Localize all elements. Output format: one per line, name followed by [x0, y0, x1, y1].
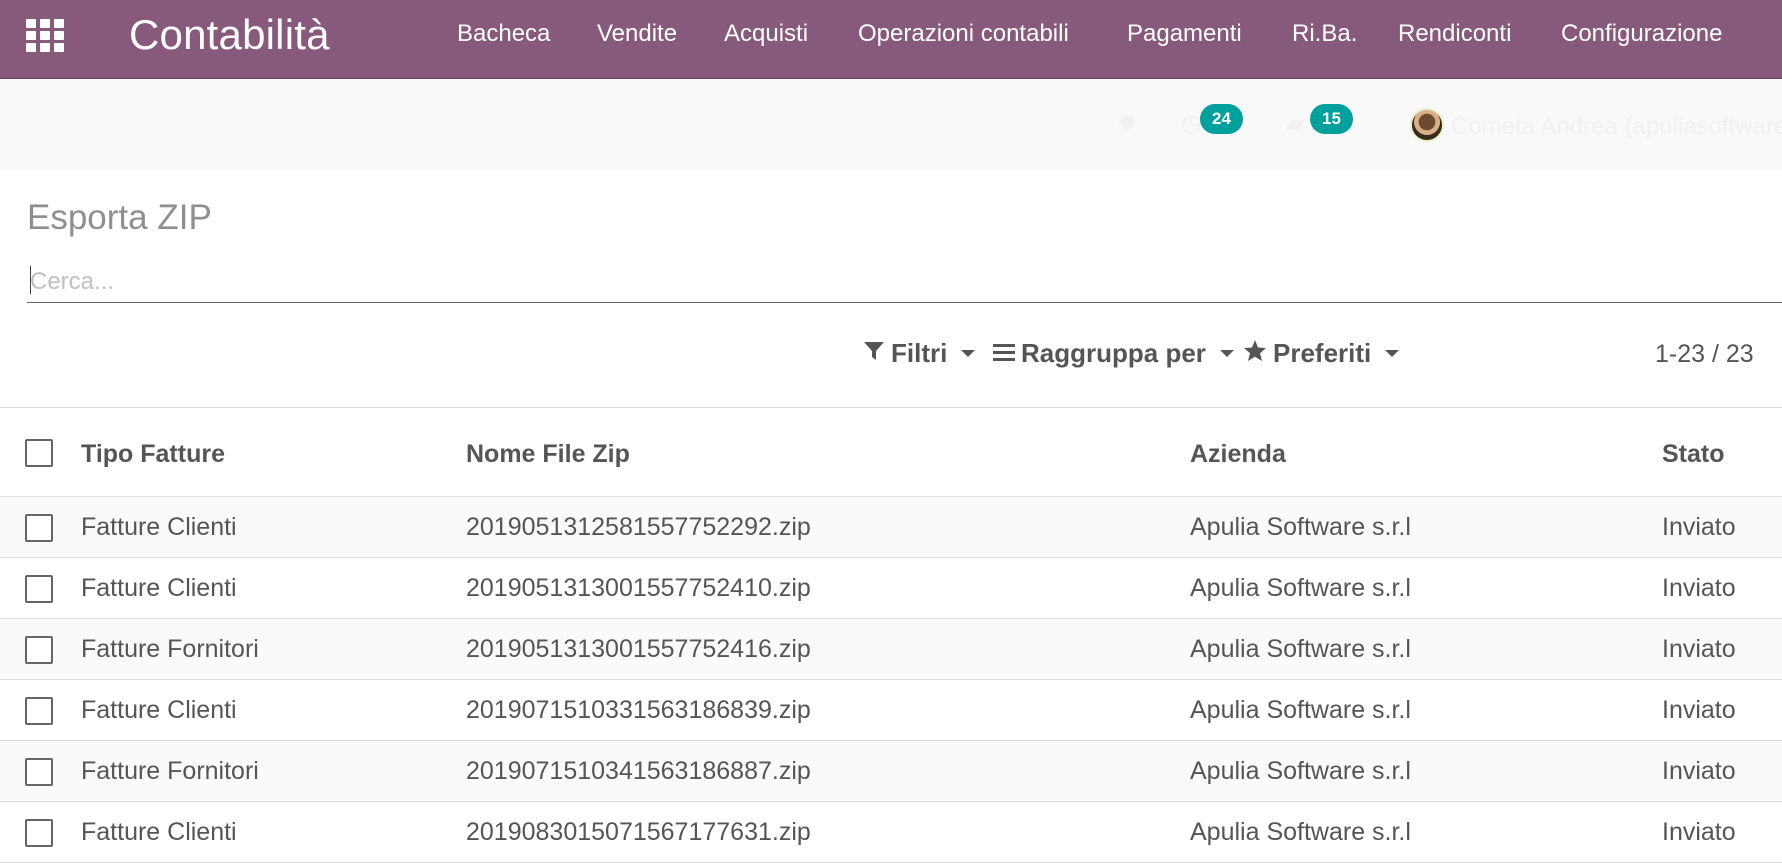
activity-clock-icon[interactable]: ◷: [1181, 112, 1202, 136]
row-checkbox[interactable]: [25, 636, 53, 664]
menu-rendiconti[interactable]: Rendiconti: [1398, 20, 1511, 48]
column-header-azienda[interactable]: Azienda: [1190, 440, 1286, 469]
breadcrumb: Esporta ZIP: [27, 198, 212, 237]
favorites-dropdown[interactable]: Preferiti: [1243, 338, 1400, 369]
cell-tipo-fatture: Fatture Fornitori: [81, 757, 259, 785]
app-title[interactable]: Contabilità: [129, 10, 330, 60]
user-name-label[interactable]: Cometa Andrea (apuliasoftware: [1451, 113, 1782, 141]
cell-stato: Inviato: [1662, 574, 1736, 602]
cell-stato: Inviato: [1662, 513, 1736, 541]
table-row[interactable]: Fatture Clienti 2019071510331563186839.z…: [0, 680, 1782, 741]
row-checkbox[interactable]: [25, 819, 53, 847]
star-icon: [1243, 338, 1267, 369]
cell-nome-file-zip: 20190513130015577524​16.zip: [466, 635, 811, 663]
column-header-tipo-fatture[interactable]: Tipo Fatture: [81, 440, 225, 469]
cell-nome-file-zip: 2019071510341563186887.zip: [466, 757, 811, 785]
cell-tipo-fatture: Fatture Clienti: [81, 574, 237, 602]
menu-bacheca[interactable]: Bacheca: [457, 20, 550, 48]
main-navbar: Contabilità Bacheca Vendite Acquisti Ope…: [0, 0, 1782, 79]
cell-tipo-fatture: Fatture Fornitori: [81, 635, 259, 663]
table-row[interactable]: Fatture Clienti 20190513130015577524​10.…: [0, 558, 1782, 619]
groupby-label: Raggruppa per: [1021, 338, 1206, 368]
table-header: Tipo Fatture Nome File Zip Azienda Stato: [0, 407, 1782, 497]
row-checkbox[interactable]: [25, 758, 53, 786]
caret-down-icon: [1385, 350, 1400, 357]
cell-azienda: Apulia Software s.r.l: [1190, 696, 1411, 724]
row-checkbox[interactable]: [25, 575, 53, 603]
cell-azienda: Apulia Software s.r.l: [1190, 513, 1411, 541]
filter-icon: [863, 338, 885, 369]
bars-icon: [993, 338, 1015, 369]
menu-configurazione[interactable]: Configurazione: [1561, 20, 1722, 48]
favorites-label: Preferiti: [1273, 338, 1372, 368]
apps-menu-icon[interactable]: [26, 19, 66, 53]
menu-riba[interactable]: Ri.Ba.: [1292, 20, 1357, 48]
cell-azienda: Apulia Software s.r.l: [1190, 635, 1411, 663]
menu-pagamenti[interactable]: Pagamenti: [1127, 20, 1242, 48]
cell-stato: Inviato: [1662, 635, 1736, 663]
cell-nome-file-zip: 2019071510331563186839.zip: [466, 696, 811, 724]
caret-down-icon: [961, 350, 976, 357]
cell-stato: Inviato: [1662, 696, 1736, 724]
search-input[interactable]: [27, 261, 1782, 303]
menu-vendite[interactable]: Vendite: [597, 20, 677, 48]
row-checkbox[interactable]: [25, 697, 53, 725]
table-row[interactable]: Fatture Clienti 201905131258​1557752292.…: [0, 497, 1782, 558]
column-header-nome-file-zip[interactable]: Nome File Zip: [466, 440, 630, 469]
cell-nome-file-zip: 2019083015071567177631.zip: [466, 818, 811, 846]
table-row[interactable]: Fatture Fornitori 20190513130015577524​1…: [0, 619, 1782, 680]
bug-icon[interactable]: ✹: [1117, 112, 1137, 136]
cell-nome-file-zip: 20190513130015577524​10.zip: [466, 574, 811, 602]
cell-tipo-fatture: Fatture Clienti: [81, 696, 237, 724]
caret-down-icon: [1219, 350, 1234, 357]
table-row[interactable]: Fatture Clienti 2019083015071567177631.z…: [0, 802, 1782, 863]
pager-value[interactable]: 1-23 / 23: [1655, 340, 1754, 369]
cell-azienda: Apulia Software s.r.l: [1190, 757, 1411, 785]
menu-operazioni-contabili[interactable]: Operazioni contabili: [858, 20, 1069, 48]
table-row[interactable]: Fatture Fornitori 2019071510341563186887…: [0, 741, 1782, 802]
chat-bubble-icon[interactable]: ▰: [1286, 112, 1304, 136]
activity-count-badge: 24: [1200, 104, 1243, 134]
messages-count-badge: 15: [1310, 104, 1353, 134]
column-header-stato[interactable]: Stato: [1662, 440, 1725, 469]
filters-label: Filtri: [891, 338, 948, 368]
text-cursor: [30, 266, 31, 294]
select-all-checkbox[interactable]: [25, 439, 53, 467]
cell-azienda: Apulia Software s.r.l: [1190, 574, 1411, 602]
cell-tipo-fatture: Fatture Clienti: [81, 818, 237, 846]
groupby-dropdown[interactable]: Raggruppa per: [993, 338, 1234, 369]
user-avatar[interactable]: [1410, 108, 1444, 142]
cell-stato: Inviato: [1662, 757, 1736, 785]
menu-acquisti[interactable]: Acquisti: [724, 20, 808, 48]
cell-azienda: Apulia Software s.r.l: [1190, 818, 1411, 846]
filters-dropdown[interactable]: Filtri: [863, 338, 976, 369]
cell-tipo-fatture: Fatture Clienti: [81, 513, 237, 541]
row-checkbox[interactable]: [25, 514, 53, 542]
cell-stato: Inviato: [1662, 818, 1736, 846]
cell-nome-file-zip: 201905131258​1557752292.zip: [466, 513, 811, 541]
